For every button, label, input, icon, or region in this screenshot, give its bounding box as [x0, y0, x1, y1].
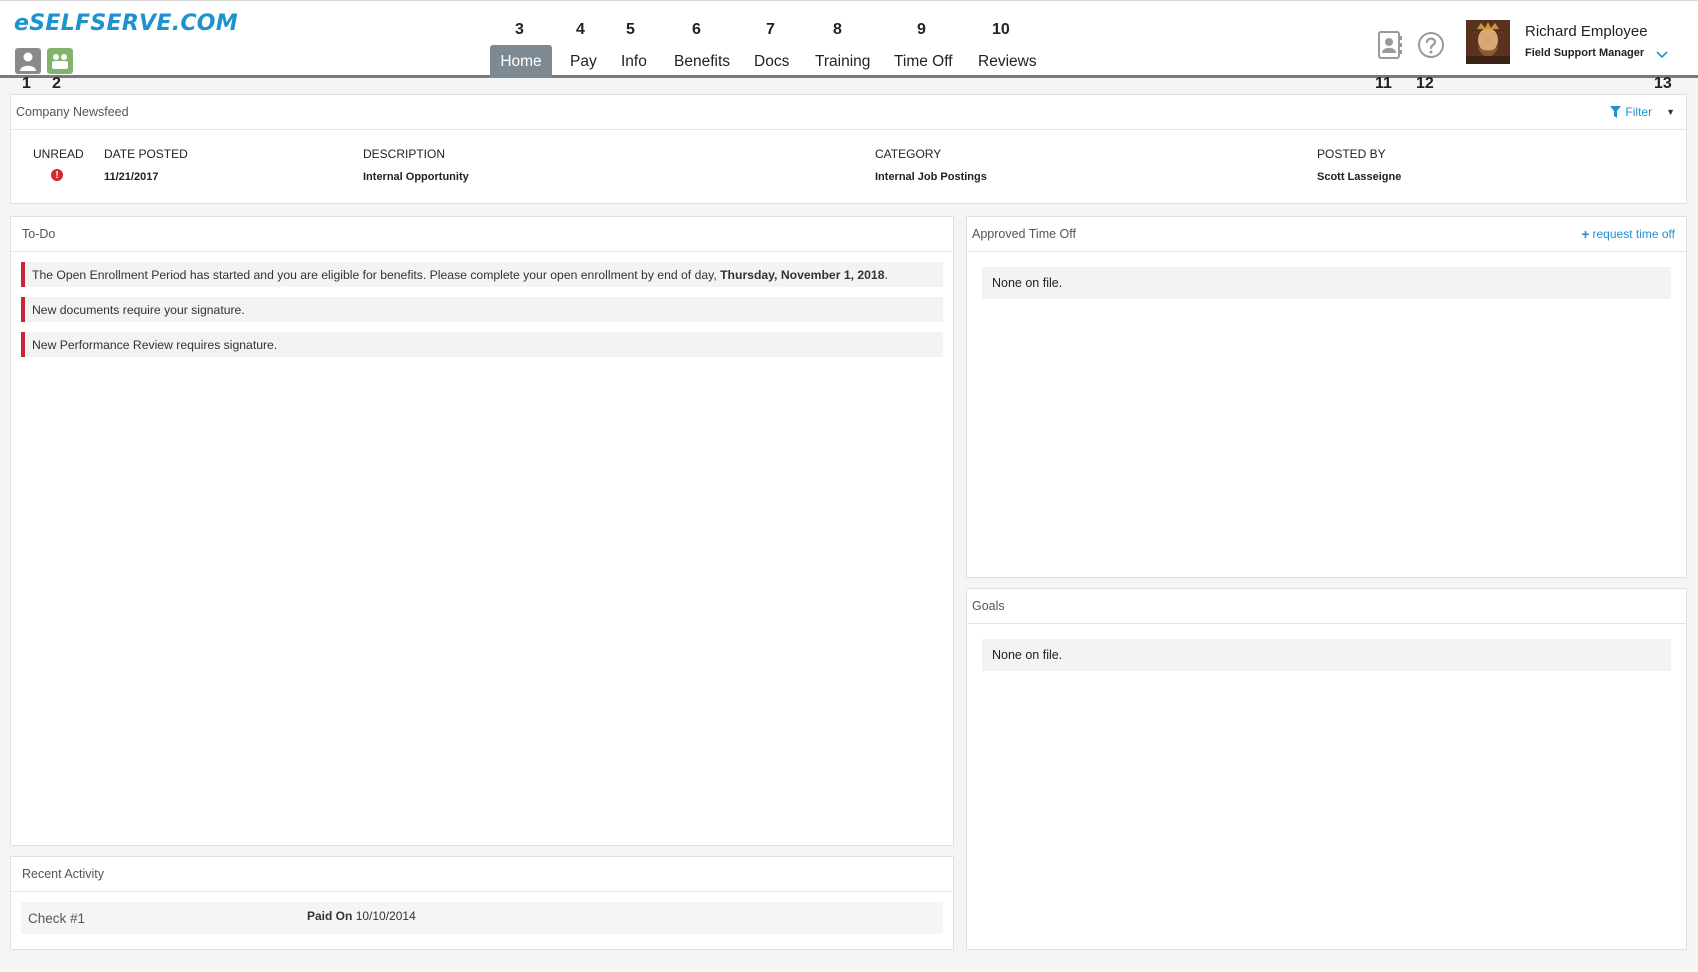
user-name[interactable]: Richard Employee	[1525, 23, 1648, 40]
column-header: UNREAD	[33, 147, 84, 161]
request-time-off-label: request time off	[1592, 227, 1676, 241]
todo-item[interactable]: New Performance Review requires signatur…	[21, 332, 943, 357]
cell-description[interactable]: Internal Opportunity	[363, 171, 469, 183]
caret-down-icon: ▼	[1666, 107, 1675, 117]
recent-activity-panel: Recent Activity Check #1 Paid On 10/10/2…	[10, 856, 954, 950]
todo-header: To-Do	[11, 217, 953, 252]
column-header: DATE POSTED	[104, 147, 188, 161]
todo-list: The Open Enrollment Period has started a…	[11, 252, 953, 377]
group-icon	[52, 54, 68, 69]
goals-header: Goals	[967, 589, 1686, 624]
tab-training[interactable]: Training	[803, 45, 882, 79]
col-unread: UNREAD !	[33, 147, 84, 181]
nav-number: 4	[576, 21, 585, 38]
check-label: Check #1	[28, 911, 86, 926]
recent-activity-header: Recent Activity	[11, 857, 953, 892]
callout-marker: 12	[1416, 75, 1434, 92]
activity-row[interactable]: Check #1 Paid On 10/10/2014	[21, 902, 943, 934]
request-time-off-link[interactable]: + request time off	[1581, 226, 1675, 242]
plus-icon: +	[1581, 226, 1590, 242]
contact-book-icon	[1378, 31, 1402, 59]
nav-number: 8	[833, 21, 842, 38]
contacts-button[interactable]	[1375, 30, 1405, 60]
paid-label: Paid On	[307, 909, 353, 923]
todo-panel: To-Do The Open Enrollment Period has sta…	[10, 216, 954, 846]
todo-suffix: .	[884, 267, 888, 282]
newsfeed-title: Company Newsfeed	[16, 105, 129, 119]
chevron-down-icon[interactable]	[1656, 51, 1668, 59]
goals-title: Goals	[972, 599, 1005, 613]
column-header: DESCRIPTION	[363, 147, 446, 161]
callout-marker: 1	[22, 75, 31, 92]
nav-number: 10	[992, 21, 1010, 38]
filter-icon	[1610, 106, 1622, 118]
recent-activity-title: Recent Activity	[22, 867, 104, 881]
user-title: Field Support Manager	[1525, 47, 1645, 59]
cell-date: 11/21/2017	[104, 171, 159, 183]
todo-title: To-Do	[22, 227, 56, 241]
nav-number: 9	[917, 21, 926, 38]
team-quick-button[interactable]	[47, 48, 73, 74]
avatar[interactable]	[1466, 20, 1510, 64]
paid-date: 10/10/2014	[355, 909, 416, 923]
nav-number: 6	[692, 21, 701, 38]
todo-text: New Performance Review requires signatur…	[32, 337, 278, 352]
todo-item[interactable]: New documents require your signature.	[21, 297, 943, 322]
callout-marker: 13	[1654, 75, 1672, 92]
filter-button[interactable]: Filter ▼	[1610, 105, 1675, 119]
nav-number: 5	[626, 21, 635, 38]
time-off-title: Approved Time Off	[972, 227, 1076, 241]
todo-text: New documents require your signature.	[32, 302, 245, 317]
person-icon	[20, 52, 36, 71]
tab-home[interactable]: Home	[490, 45, 552, 79]
nav-number: 3	[515, 21, 524, 38]
newsfeed-panel: Company Newsfeed Filter ▼ UNREAD ! DATE …	[10, 94, 1687, 204]
todo-text: The Open Enrollment Period has started a…	[32, 267, 717, 282]
logo[interactable]: eSELFSERVE.COM	[14, 11, 238, 36]
tab-reviews[interactable]: Reviews	[966, 45, 1049, 79]
tab-pay[interactable]: Pay	[558, 45, 609, 79]
tab-info[interactable]: Info	[609, 45, 659, 79]
callout-marker: 11	[1375, 75, 1392, 92]
time-off-panel: Approved Time Off + request time off Non…	[966, 216, 1687, 578]
help-button[interactable]	[1416, 30, 1446, 60]
unread-alert-icon: !	[51, 169, 63, 181]
help-icon	[1418, 32, 1444, 58]
time-off-header: Approved Time Off + request time off	[967, 217, 1686, 252]
col-posted-by: POSTED BY Scott Lasseigne	[1317, 147, 1401, 183]
callout-marker: 2	[52, 75, 61, 92]
goals-empty: None on file.	[982, 639, 1671, 671]
newsfeed-header: Company Newsfeed Filter ▼	[11, 95, 1686, 130]
todo-deadline: Thursday, November 1, 2018	[720, 267, 885, 282]
col-date: DATE POSTED 11/21/2017	[104, 147, 188, 183]
column-header: CATEGORY	[875, 147, 942, 161]
todo-item[interactable]: The Open Enrollment Period has started a…	[21, 262, 943, 287]
col-category: CATEGORY Internal Job Postings	[875, 147, 987, 183]
top-header: eSELFSERVE.COM 3 Home 4 Pay 5 Info 6 Ben…	[0, 0, 1698, 79]
tab-benefits[interactable]: Benefits	[662, 45, 742, 79]
profile-quick-button[interactable]	[15, 48, 41, 74]
tab-docs[interactable]: Docs	[742, 45, 801, 79]
col-description: DESCRIPTION Internal Opportunity	[363, 147, 469, 183]
column-header: POSTED BY	[1317, 147, 1386, 161]
paid-on: Paid On 10/10/2014	[307, 909, 416, 923]
goals-panel: Goals None on file.	[966, 588, 1687, 950]
avatar-portrait	[1466, 20, 1510, 64]
filter-label: Filter	[1625, 105, 1653, 119]
cell-posted-by: Scott Lasseigne	[1317, 171, 1402, 183]
nav-number: 7	[766, 21, 775, 38]
time-off-empty: None on file.	[982, 267, 1671, 299]
tab-time-off[interactable]: Time Off	[882, 45, 965, 79]
cell-category: Internal Job Postings	[875, 171, 987, 183]
